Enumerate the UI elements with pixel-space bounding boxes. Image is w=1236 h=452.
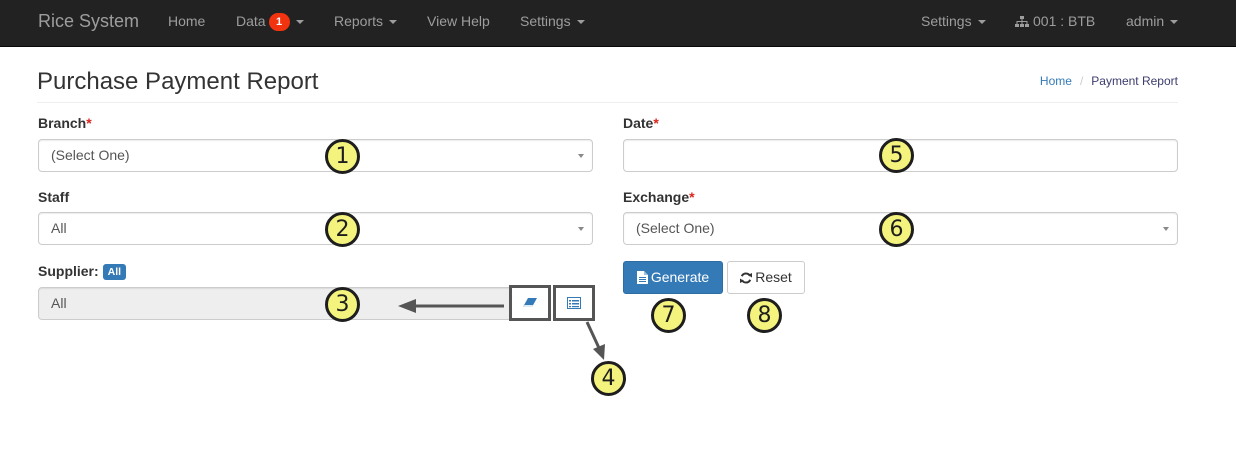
arrow-line-4 — [585, 321, 601, 349]
callout-8: 8 — [747, 298, 782, 333]
callout-2: 2 — [325, 212, 360, 247]
callout-3: 3 — [325, 287, 360, 322]
callout-6: 6 — [879, 212, 914, 247]
callout-1: 1 — [325, 139, 360, 174]
arrow-head-3 — [398, 299, 416, 313]
callout-5: 5 — [879, 138, 914, 173]
callout-4: 4 — [591, 361, 626, 396]
callout-7: 7 — [651, 298, 686, 333]
